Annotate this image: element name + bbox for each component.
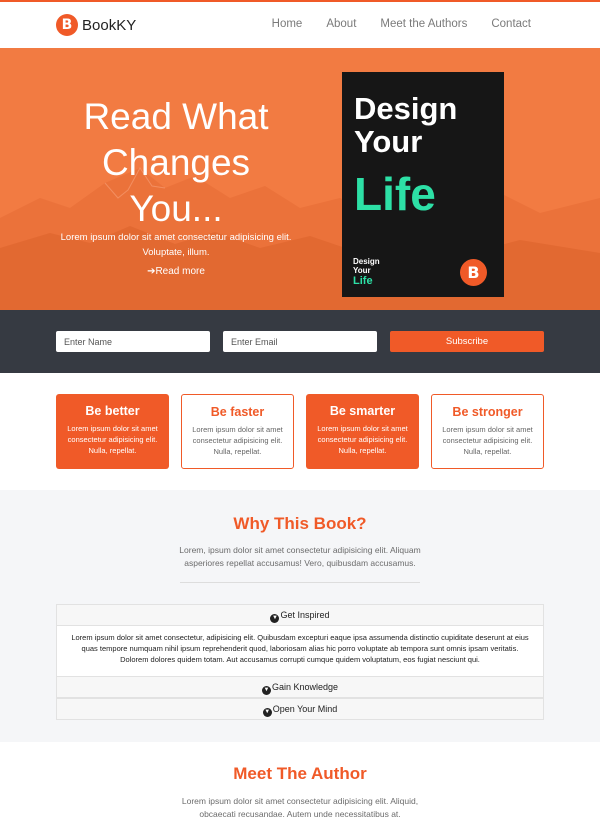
read-more-label: Read more <box>155 266 205 277</box>
book-title-line-1: Design <box>354 91 458 126</box>
feature-card-be-smarter: Be smarter Lorem ipsum dolor sit amet co… <box>306 394 419 469</box>
feature-text: Lorem ipsum dolor sit amet consectetur a… <box>317 424 408 455</box>
feature-card-be-better: Be better Lorem ipsum dolor sit amet con… <box>56 394 169 469</box>
nav-link-contact[interactable]: Contact <box>491 18 531 30</box>
why-section: Why This Book? Lorem, ipsum dolor sit am… <box>0 490 600 742</box>
feature-title: Be smarter <box>329 404 396 418</box>
book-small-line-1: Design <box>353 257 380 266</box>
divider <box>180 582 420 583</box>
feature-title: Be stronger <box>452 405 523 419</box>
accordion-label: Get Inspired <box>280 610 330 620</box>
brand[interactable]: B BookKY <box>56 14 136 36</box>
nav-links: Home About Meet the Authors Contact <box>248 18 531 30</box>
book-cover-image: Design Your Life Design Your Life B <box>342 72 504 297</box>
book-title-line-3: Life <box>354 168 436 220</box>
email-input[interactable] <box>223 331 377 352</box>
accordion-header-open-your-mind[interactable]: ▼ Open Your Mind <box>56 698 544 720</box>
feature-title: Be better <box>85 404 140 418</box>
feature-title: Be faster <box>210 405 265 419</box>
accordion-label: Gain Knowledge <box>271 682 339 692</box>
book-small-line-2: Your <box>353 266 371 275</box>
feature-text: Lorem ipsum dolor sit amet consectetur a… <box>442 425 533 456</box>
why-text: Lorem, ipsum dolor sit amet consectetur … <box>179 545 421 568</box>
navbar: B BookKY Home About Meet the Authors Con… <box>0 0 600 48</box>
brand-name: BookKY <box>82 16 137 34</box>
read-more-link[interactable]: ➔Read more <box>56 266 296 277</box>
accordion-header-gain-knowledge[interactable]: ▼ Gain Knowledge <box>56 676 544 698</box>
brand-logo-icon: B <box>56 14 78 36</box>
nav-link-meet-the-authors[interactable]: Meet the Authors <box>380 18 467 30</box>
meet-author-text: Lorem ipsum dolor sit amet consectetur a… <box>181 796 419 819</box>
subscribe-button[interactable]: Subscribe <box>390 331 544 352</box>
book-title-top: Design Your <box>354 92 457 158</box>
book-small-line-3: Life <box>353 275 373 287</box>
chevron-down-circle-icon: ▼ <box>261 686 271 695</box>
hero-title-line-3: You... <box>129 188 223 229</box>
book-small-title: Design Your <box>353 257 380 275</box>
hero-title-line-2: Changes <box>101 142 251 183</box>
hero-title: Read What Changes You... <box>56 94 296 232</box>
feature-card-be-stronger: Be stronger Lorem ipsum dolor sit amet c… <box>431 394 544 469</box>
feature-card-be-faster: Be faster Lorem ipsum dolor sit amet con… <box>181 394 294 469</box>
book-logo-icon: B <box>460 259 487 286</box>
chevron-down-circle-icon: ▼ <box>262 708 272 717</box>
hero-section: Read What Changes You... Lorem ipsum dol… <box>0 48 600 310</box>
meet-author-title: Meet The Author <box>233 764 367 783</box>
accordion-label: Open Your Mind <box>272 704 338 714</box>
chevron-down-circle-icon: ▼ <box>270 614 280 623</box>
name-input[interactable] <box>56 331 210 352</box>
accordion-body-get-inspired: Lorem ipsum dolor sit amet consectetur, … <box>56 626 544 676</box>
nav-link-home[interactable]: Home <box>272 18 303 30</box>
hero-text: Lorem ipsum dolor sit amet consectetur a… <box>60 232 292 258</box>
accordion-header-get-inspired[interactable]: ▼ Get Inspired <box>56 604 544 626</box>
feature-text: Lorem ipsum dolor sit amet consectetur a… <box>192 425 283 456</box>
nav-link-about[interactable]: About <box>326 18 356 30</box>
book-title-line-2: Your <box>354 124 423 159</box>
feature-text: Lorem ipsum dolor sit amet consectetur a… <box>67 424 158 455</box>
why-title: Why This Book? <box>233 514 367 533</box>
hero-title-line-1: Read What <box>83 96 269 137</box>
subscribe-bar: Subscribe <box>0 310 600 373</box>
